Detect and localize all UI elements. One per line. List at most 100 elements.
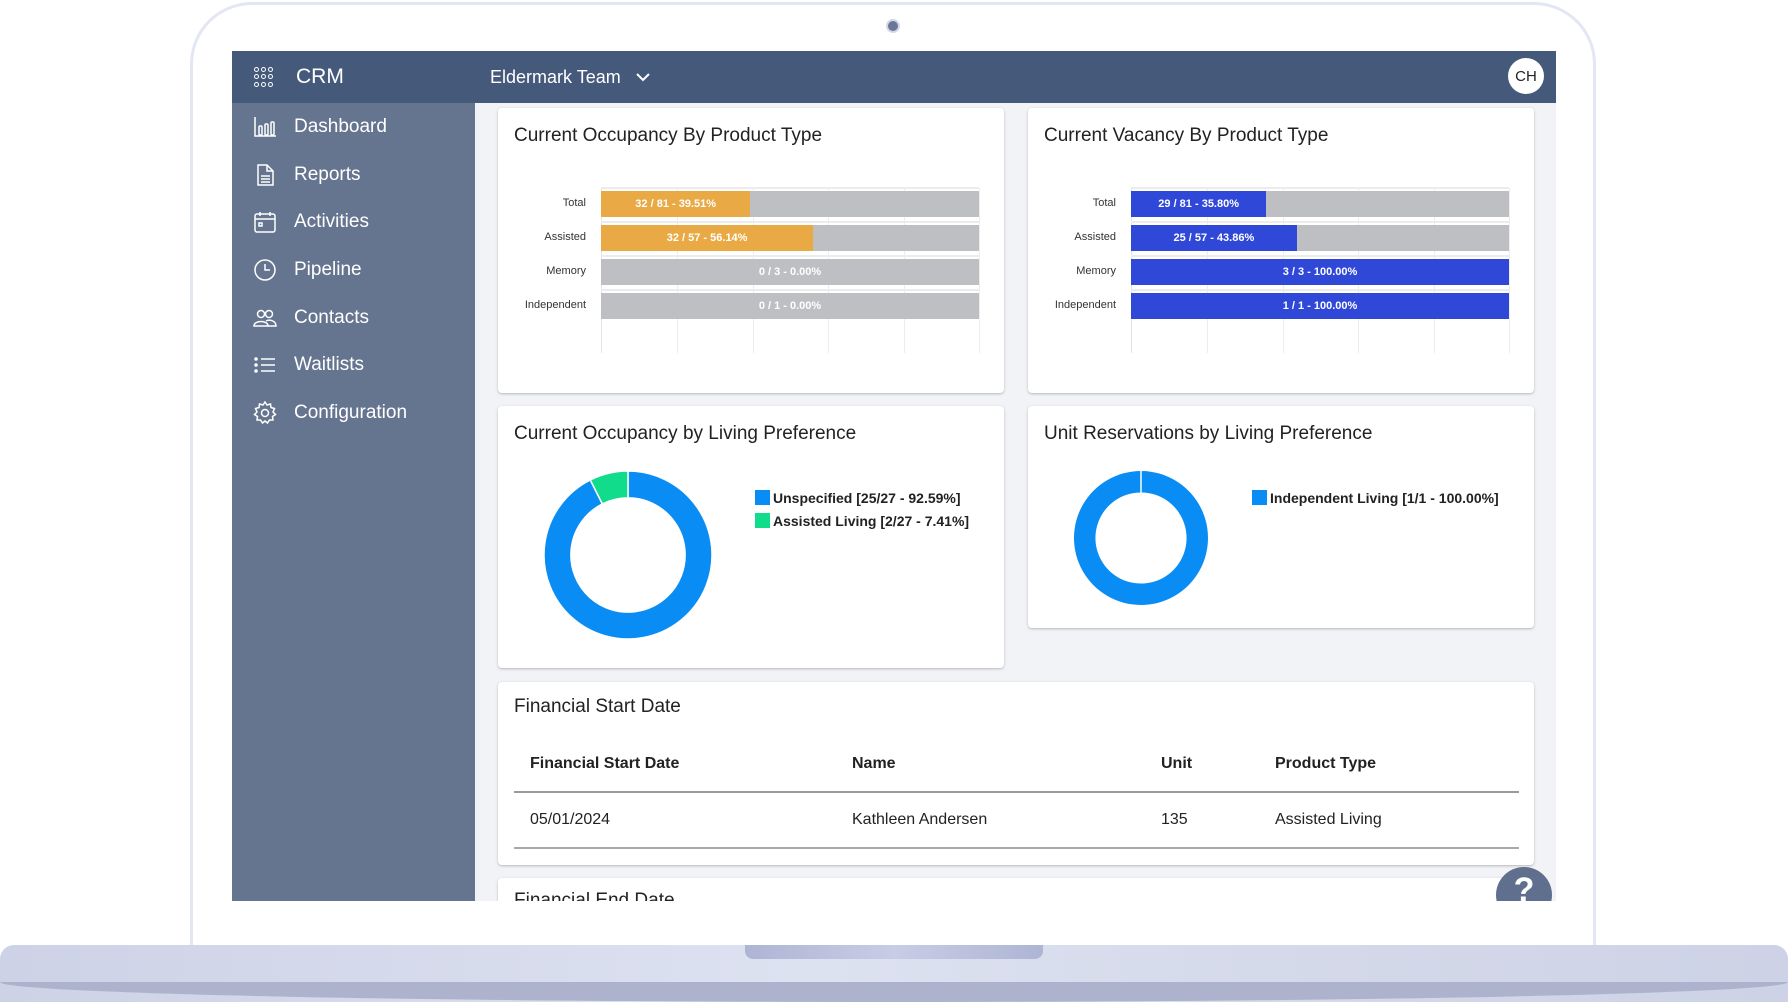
table-cell: Assisted Living bbox=[1259, 792, 1519, 849]
card-title: Current Vacancy By Product Type bbox=[1044, 125, 1329, 146]
bar-data-label: 3 / 3 - 100.00% bbox=[1282, 266, 1358, 278]
table-cell: Kathleen Andersen bbox=[836, 792, 1145, 849]
column-header[interactable]: Unit bbox=[1145, 736, 1259, 793]
financial-end-card: Financial End Date bbox=[498, 878, 1534, 901]
bar-row: Memory 3 / 3 - 100.00% bbox=[1028, 256, 1534, 286]
column-header[interactable]: Financial Start Date bbox=[514, 736, 836, 793]
bar-track: 32 / 81 - 39.51% bbox=[601, 191, 979, 217]
legend-label: Independent Living [1/1 - 100.00%] bbox=[1270, 489, 1499, 506]
bar-track: 29 / 81 - 35.80% bbox=[1131, 191, 1509, 217]
chevron-down-icon bbox=[636, 73, 650, 82]
bar-category-label: Assisted bbox=[1074, 231, 1116, 243]
dashboard-content: Current Occupancy By Product Type Total 3… bbox=[475, 103, 1556, 901]
gear-icon bbox=[253, 400, 277, 425]
laptop-notch bbox=[745, 945, 1043, 959]
vacancy-bar-chart: Total 29 / 81 - 35.80% Assisted 25 / 57 - 4… bbox=[1028, 187, 1534, 358]
financial-start-table: Financial Start Date Name Unit Product T… bbox=[514, 736, 1519, 849]
card-title: Financial Start Date bbox=[514, 696, 681, 717]
team-selector[interactable]: Eldermark Team bbox=[490, 67, 651, 88]
legend-item[interactable]: Independent Living [1/1 - 100.00%] bbox=[1252, 486, 1499, 509]
column-header[interactable]: Product Type bbox=[1259, 736, 1519, 793]
sidebar: Dashboard Reports Activities Pipeline Co… bbox=[232, 103, 475, 901]
bar-data-label: 1 / 1 - 100.00% bbox=[1282, 300, 1358, 312]
list-icon bbox=[254, 357, 275, 374]
bar-row: Independent 1 / 1 - 100.00% bbox=[1028, 290, 1534, 320]
occupancy-donut-legend: Unspecified [25/27 - 92.59%] Assisted Liv… bbox=[755, 486, 969, 532]
occupancy-donut-chart bbox=[543, 470, 713, 640]
bar-category-label: Assisted bbox=[544, 231, 586, 243]
vacancy-product-card: Current Vacancy By Product Type Total 29 … bbox=[1028, 108, 1534, 393]
sidebar-item-label: Waitlists bbox=[294, 354, 365, 376]
bar-track: 3 / 3 - 100.00% bbox=[1131, 259, 1509, 285]
sidebar-item-reports[interactable]: Reports bbox=[232, 151, 475, 199]
reservations-donut-chart bbox=[1073, 471, 1208, 605]
legend-label: Unspecified [25/27 - 92.59%] bbox=[773, 489, 961, 506]
card-title: Current Occupancy By Product Type bbox=[514, 125, 823, 146]
legend-swatch bbox=[1252, 490, 1267, 505]
bar-row: Memory 0 / 3 - 0.00% bbox=[498, 256, 1004, 286]
bar-track: 25 / 57 - 43.86% bbox=[1131, 225, 1509, 251]
bar-data-label: 29 / 81 - 35.80% bbox=[1158, 198, 1240, 210]
sidebar-item-label: Activities bbox=[294, 211, 369, 233]
sidebar-item-waitlists[interactable]: Waitlists bbox=[232, 341, 475, 389]
sidebar-item-configuration[interactable]: Configuration bbox=[232, 389, 475, 437]
top-bar: CRM Eldermark Team CH bbox=[232, 51, 1556, 103]
bar-data-label: 0 / 1 - 0.00% bbox=[758, 300, 822, 312]
occupancy-bar-chart: Total 32 / 81 - 39.51% Assisted 32 / 57 - 5… bbox=[498, 187, 1004, 358]
sidebar-item-pipeline[interactable]: Pipeline bbox=[232, 246, 475, 294]
bar-track: 0 / 1 - 0.00% bbox=[601, 293, 979, 319]
table-cell: 05/01/2024 bbox=[514, 792, 836, 849]
bar-track: 0 / 3 - 0.00% bbox=[601, 259, 979, 285]
table-header-row: Financial Start Date Name Unit Product T… bbox=[514, 736, 1519, 793]
bar-category-label: Total bbox=[1092, 197, 1116, 209]
bar-category-label: Memory bbox=[1076, 265, 1116, 277]
legend-item[interactable]: Assisted Living [2/27 - 7.41%] bbox=[755, 509, 969, 532]
camera-dot bbox=[886, 19, 900, 33]
bar-category-label: Total bbox=[562, 197, 586, 209]
bar-data-label: 32 / 81 - 39.51% bbox=[635, 198, 717, 210]
occupancy-living-card: Current Occupancy by Living Preference U… bbox=[498, 406, 1004, 668]
card-title: Financial End Date bbox=[514, 890, 675, 901]
sidebar-item-label: Dashboard bbox=[294, 115, 387, 137]
financial-start-card: Financial Start Date Financial Start Dat… bbox=[498, 682, 1534, 865]
bar-data-label: 0 / 3 - 0.00% bbox=[758, 266, 822, 278]
sidebar-item-contacts[interactable]: Contacts bbox=[232, 294, 475, 342]
legend-label: Assisted Living [2/27 - 7.41%] bbox=[773, 512, 970, 529]
bar-track: 32 / 57 - 56.14% bbox=[601, 225, 979, 251]
clock-icon bbox=[254, 259, 276, 281]
sidebar-item-activities[interactable]: Activities bbox=[232, 198, 475, 246]
users-icon bbox=[253, 309, 277, 327]
bar-category-label: Independent bbox=[524, 299, 586, 311]
sidebar-item-label: Reports bbox=[294, 163, 361, 185]
occupancy-product-card: Current Occupancy By Product Type Total 3… bbox=[498, 108, 1004, 393]
sidebar-item-label: Contacts bbox=[294, 306, 369, 328]
bar-row: Independent 0 / 1 - 0.00% bbox=[498, 290, 1004, 320]
bar-row: Total 32 / 81 - 39.51% bbox=[498, 188, 1004, 218]
bar-data-label: 25 / 57 - 43.86% bbox=[1173, 232, 1255, 244]
legend-swatch bbox=[755, 490, 770, 505]
team-selector-label: Eldermark Team bbox=[490, 66, 621, 87]
table-cell: 135 bbox=[1145, 792, 1259, 849]
table-row[interactable]: 05/01/2024 Kathleen Andersen 135 Assiste… bbox=[514, 792, 1519, 849]
app-screen: CRM Eldermark Team CH Dashboard Reports … bbox=[232, 51, 1556, 901]
reservations-living-card: Unit Reservations by Living Preference I… bbox=[1028, 406, 1534, 628]
sidebar-item-label: Pipeline bbox=[294, 258, 362, 280]
app-title: CRM bbox=[296, 65, 344, 88]
bar-data-label: 32 / 57 - 56.14% bbox=[666, 232, 748, 244]
calendar-icon bbox=[254, 212, 276, 233]
bar-chart-icon bbox=[254, 116, 276, 137]
reservations-donut-legend: Independent Living [1/1 - 100.00%] bbox=[1252, 486, 1499, 509]
bar-category-label: Independent bbox=[1054, 299, 1116, 311]
bar-row: Assisted 25 / 57 - 43.86% bbox=[1028, 222, 1534, 252]
bar-row: Assisted 32 / 57 - 56.14% bbox=[498, 222, 1004, 252]
app-grid-icon[interactable] bbox=[254, 67, 274, 87]
bar-track: 1 / 1 - 100.00% bbox=[1131, 293, 1509, 319]
legend-item[interactable]: Unspecified [25/27 - 92.59%] bbox=[755, 486, 969, 509]
sidebar-item-label: Configuration bbox=[294, 401, 408, 423]
user-avatar[interactable]: CH bbox=[1508, 58, 1544, 94]
bar-category-label: Memory bbox=[546, 265, 586, 277]
document-icon bbox=[257, 163, 274, 186]
column-header[interactable]: Name bbox=[836, 736, 1145, 793]
legend-swatch bbox=[755, 513, 770, 528]
sidebar-item-dashboard[interactable]: Dashboard bbox=[232, 103, 475, 151]
